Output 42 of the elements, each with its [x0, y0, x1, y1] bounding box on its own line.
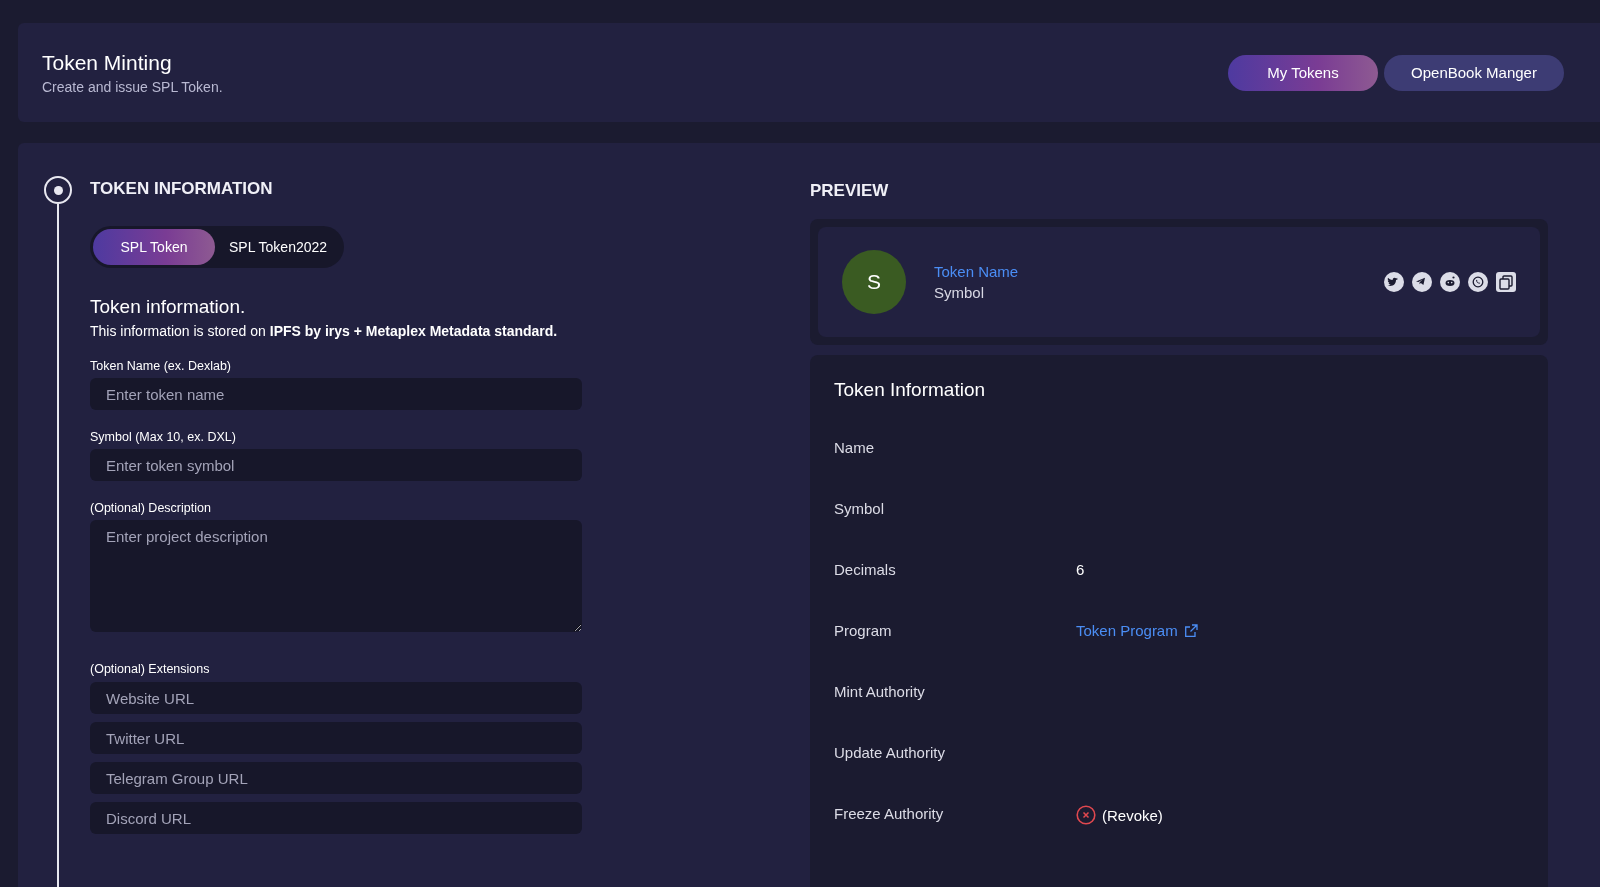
paper-plane-icon[interactable] — [1412, 272, 1432, 292]
page-title: Token Minting — [42, 50, 173, 75]
token-avatar: S — [842, 250, 906, 314]
revoke-link[interactable]: (Revoke) — [1102, 806, 1163, 824]
program-link[interactable]: Token Program — [1076, 622, 1198, 639]
section-note: This information is stored on IPFS by irys + Metaplex Metadata standard. — [90, 323, 559, 339]
page-subtitle: Create and issue SPL Token. — [42, 78, 223, 95]
external-link-icon — [1183, 623, 1198, 638]
token-name: Token Name — [934, 263, 1020, 280]
info-label: Name — [834, 439, 875, 456]
close-circle-icon[interactable] — [1076, 805, 1096, 825]
info-label: Program — [834, 622, 893, 639]
input-field[interactable]: Website URL — [90, 682, 582, 714]
token-symbol: Symbol — [934, 284, 986, 301]
info-label: Decimals — [834, 561, 897, 578]
field-label: (Optional) Extensions — [90, 662, 211, 676]
field-label: (Optional) Description — [90, 501, 212, 515]
info-value: 6 — [1076, 561, 1085, 578]
input-field[interactable]: Enter token name — [90, 378, 582, 410]
info-label: Update Authority — [834, 744, 946, 761]
field-label: Token Name (ex. Dexlab) — [90, 359, 233, 373]
info-label: Mint Authority — [834, 683, 926, 700]
copy-icon[interactable] — [1496, 272, 1516, 292]
token-type-tab[interactable]: SPL Token2022 — [215, 229, 342, 265]
step-title: TOKEN INFORMATION — [90, 179, 274, 199]
field-label: Symbol (Max 10, ex. DXL) — [90, 430, 237, 444]
section-title: Token information. — [90, 296, 247, 318]
my-tokens-button[interactable]: My Tokens — [1228, 54, 1378, 91]
info-label: Freeze Authority — [834, 805, 945, 822]
info-title: Token Information — [834, 379, 987, 401]
openbook-manager-button[interactable]: OpenBook Manger — [1384, 54, 1564, 91]
alien-icon[interactable] — [1440, 272, 1460, 292]
input-field[interactable]: Telegram Group URL — [90, 762, 582, 794]
token-type-tab[interactable]: SPL Token — [93, 229, 215, 265]
input-field[interactable]: Twitter URL — [90, 722, 582, 754]
phone-chat-icon[interactable] — [1468, 272, 1488, 292]
preview-title: PREVIEW — [810, 181, 890, 201]
info-label: Symbol — [834, 500, 886, 517]
bird-icon[interactable] — [1384, 272, 1404, 292]
input-field[interactable]: Discord URL — [90, 802, 582, 834]
input-field[interactable]: Enter project description — [90, 520, 582, 632]
input-field[interactable]: Enter token symbol — [90, 449, 582, 481]
